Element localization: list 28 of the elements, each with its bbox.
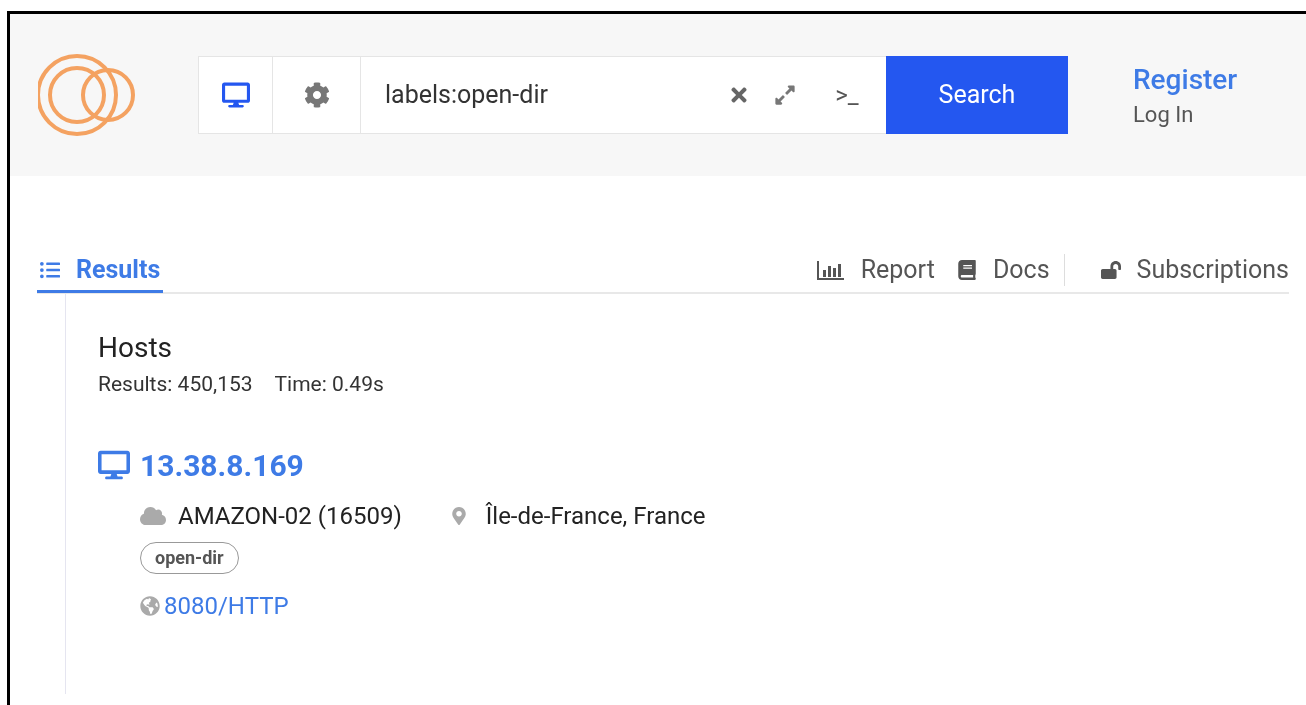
expand-icon xyxy=(774,84,796,106)
service-link[interactable]: 8080/HTTP xyxy=(140,587,1289,624)
globe-icon xyxy=(140,595,160,616)
terminal-button[interactable]: >_ xyxy=(808,56,886,134)
results-count: Results: 450,153 xyxy=(98,371,253,398)
results-title: Hosts xyxy=(98,330,173,365)
host-type-button[interactable] xyxy=(198,56,273,134)
login-link[interactable]: Log In xyxy=(1133,100,1238,129)
asn-text: AMAZON-02 (16509) xyxy=(178,500,402,532)
unlocked-padlock-icon xyxy=(1100,260,1121,280)
settings-icon xyxy=(303,82,330,108)
nav-tab[interactable]: Results xyxy=(37,249,164,293)
book-icon xyxy=(956,260,977,280)
bar-chart-icon xyxy=(816,260,845,280)
search-field[interactable]: labels:open-dir xyxy=(361,56,716,134)
monitor-icon xyxy=(98,449,130,481)
search-button[interactable]: Search xyxy=(886,56,1068,134)
nav-tab[interactable]: Report xyxy=(816,248,935,292)
nav-tab[interactable]: Subscriptions xyxy=(1100,248,1289,292)
register-link[interactable]: Register xyxy=(1133,61,1238,97)
map-pin-icon xyxy=(449,506,468,525)
list-icon xyxy=(40,259,60,280)
query-time: Time: 0.49s xyxy=(274,371,384,398)
location-text: Île-de-France, France xyxy=(485,500,706,532)
host-link[interactable]: 13.38.8.169 xyxy=(98,442,1289,488)
monitor-icon xyxy=(221,81,250,109)
nav-tab[interactable]: Docs xyxy=(956,248,1050,292)
settings-button[interactable] xyxy=(273,56,361,134)
